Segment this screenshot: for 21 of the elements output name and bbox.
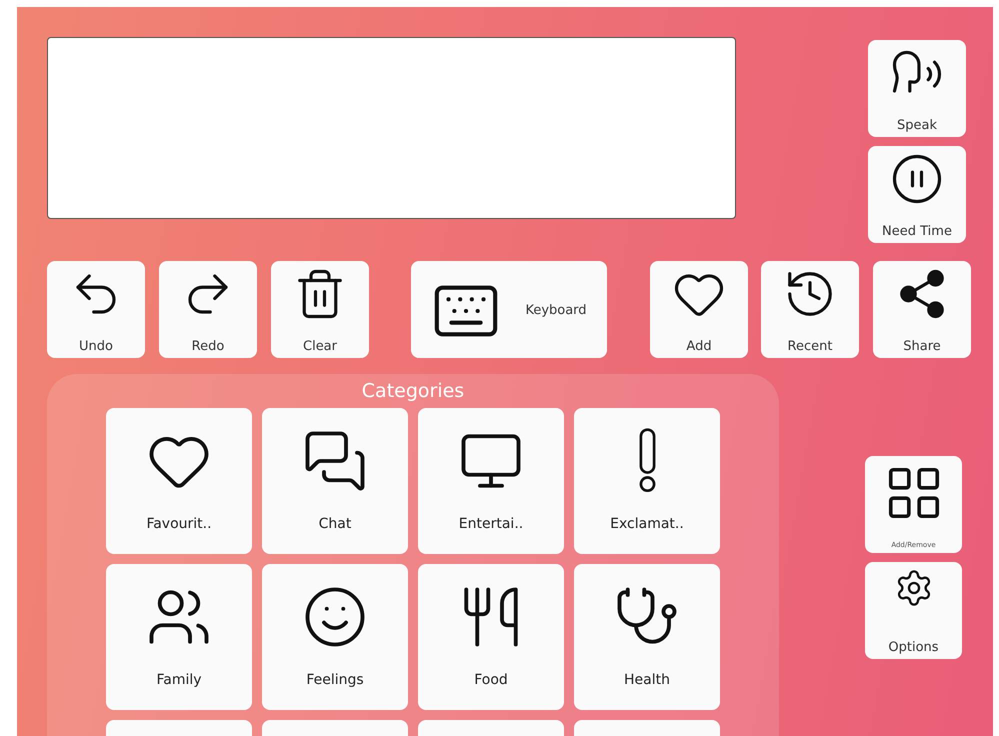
side-action-button[interactable]: Need Time	[868, 146, 966, 243]
message-field[interactable]	[47, 37, 736, 219]
toolbar-button[interactable]: Keyboard	[411, 261, 607, 358]
category-tile[interactable]: Family	[106, 564, 252, 710]
toolbar-button[interactable]: Add	[650, 261, 748, 358]
toolbar-button[interactable]: Redo	[159, 261, 257, 358]
menu-button[interactable]: Options	[865, 562, 962, 659]
category-tile[interactable]: Health	[574, 564, 720, 710]
pause-circle-icon	[890, 152, 944, 206]
category-tile[interactable]: Exclamat..	[574, 408, 720, 554]
toolbar-button[interactable]: Recent	[761, 261, 859, 358]
category-tile[interactable]: Chat	[262, 408, 408, 554]
side-action-button[interactable]: Speak	[868, 40, 966, 137]
toolbar-button[interactable]: Share	[873, 261, 971, 358]
category-tile[interactable]: Feelings	[262, 564, 408, 710]
toolbar-button[interactable]: Clear	[271, 261, 369, 358]
category-tile[interactable]: Favourit..	[106, 408, 252, 554]
category-tile[interactable]: Entertai..	[418, 408, 564, 554]
toolbar-button[interactable]: Undo	[47, 261, 145, 358]
panel-title: Categories	[360, 380, 466, 402]
category-tile[interactable]: Food	[418, 564, 564, 710]
